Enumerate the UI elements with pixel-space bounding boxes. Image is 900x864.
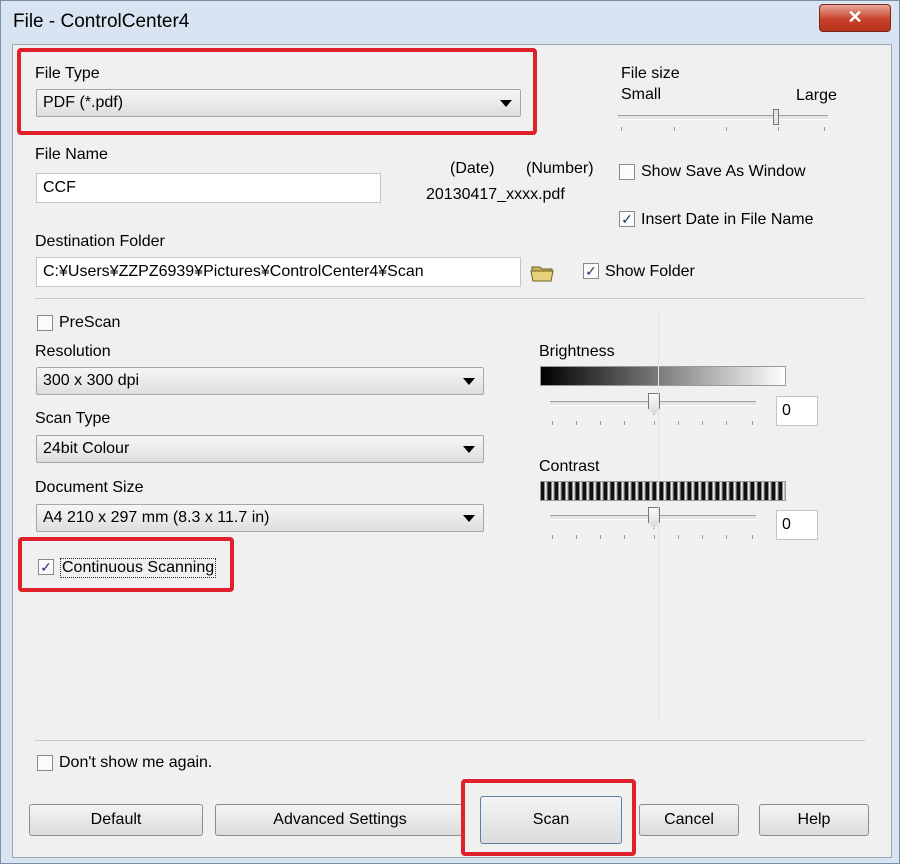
tick (674, 127, 675, 131)
prescan-label: PreScan (59, 314, 121, 331)
cancel-button[interactable]: Cancel (639, 804, 739, 836)
brightness-value-input[interactable]: 0 (776, 396, 818, 426)
contrast-value-input[interactable]: 0 (776, 510, 818, 540)
brightness-slider[interactable] (550, 391, 760, 427)
destination-label: Destination Folder (35, 233, 165, 250)
tick (752, 535, 753, 539)
dialog-client-area: File Type PDF (*.pdf) File size Small La… (12, 44, 892, 858)
scan-type-label: Scan Type (35, 410, 111, 427)
tick (576, 535, 577, 539)
file-name-value: CCF (43, 179, 76, 196)
insert-date-checkbox[interactable]: ✓ (619, 211, 635, 227)
scan-type-dropdown[interactable]: 24bit Colour (36, 435, 484, 463)
continuous-scanning-label: Continuous Scanning (60, 558, 217, 578)
folder-icon[interactable] (530, 263, 556, 283)
file-name-label: File Name (35, 146, 108, 163)
tick (654, 421, 655, 425)
tick (778, 127, 779, 131)
file-size-label: File size (621, 65, 680, 82)
tick (621, 127, 622, 131)
tick (824, 127, 825, 131)
chevron-down-icon (463, 378, 475, 385)
file-name-input[interactable]: CCF (36, 173, 381, 203)
divider (35, 298, 865, 299)
document-size-label: Document Size (35, 479, 144, 496)
resolution-dropdown[interactable]: 300 x 300 dpi (36, 367, 484, 395)
chevron-down-icon (463, 515, 475, 522)
show-save-as-label: Show Save As Window (641, 163, 806, 180)
title-bar[interactable]: File - ControlCenter4 ✕ (1, 1, 899, 45)
file-type-dropdown[interactable]: PDF (*.pdf) (36, 89, 521, 117)
show-folder-label: Show Folder (605, 263, 695, 280)
tick (726, 127, 727, 131)
resolution-value: 300 x 300 dpi (43, 372, 140, 389)
contrast-pattern (540, 481, 786, 501)
number-label: (Number) (526, 160, 594, 177)
dialog-window: File - ControlCenter4 ✕ File Type PDF (*… (0, 0, 900, 864)
tick (678, 421, 679, 425)
brightness-gradient (540, 366, 786, 386)
file-type-value: PDF (*.pdf) (43, 94, 124, 111)
tick (702, 535, 703, 539)
advanced-settings-button[interactable]: Advanced Settings (215, 804, 465, 836)
insert-date-label: Insert Date in File Name (641, 211, 814, 228)
file-size-slider[interactable] (618, 105, 832, 135)
file-size-small-label: Small (621, 86, 662, 103)
file-size-thumb[interactable] (773, 109, 779, 125)
file-size-large-label: Large (796, 87, 837, 104)
tick (552, 535, 553, 539)
destination-input[interactable]: C:¥Users¥ZZPZ6939¥Pictures¥ControlCenter… (36, 257, 521, 287)
tick (678, 535, 679, 539)
brightness-label: Brightness (539, 343, 615, 360)
tick (624, 421, 625, 425)
divider (35, 740, 865, 741)
scan-button[interactable]: Scan (480, 796, 622, 844)
vertical-divider (658, 310, 659, 723)
default-button[interactable]: Default (29, 804, 203, 836)
tick (702, 421, 703, 425)
tick (654, 535, 655, 539)
show-save-as-checkbox[interactable] (619, 164, 635, 180)
tick (726, 535, 727, 539)
scan-type-value: 24bit Colour (43, 440, 130, 457)
destination-value: C:¥Users¥ZZPZ6939¥Pictures¥ControlCenter… (43, 263, 424, 280)
document-size-value: A4 210 x 297 mm (8.3 x 11.7 in) (43, 509, 270, 526)
dont-show-again-label: Don't show me again. (59, 754, 213, 771)
resolution-label: Resolution (35, 343, 111, 360)
show-folder-checkbox[interactable]: ✓ (583, 263, 599, 279)
tick (552, 421, 553, 425)
tick (600, 535, 601, 539)
tick (752, 421, 753, 425)
tick (726, 421, 727, 425)
tick (600, 421, 601, 425)
window-title: File - ControlCenter4 (13, 11, 190, 32)
contrast-slider[interactable] (550, 505, 760, 541)
prescan-checkbox[interactable] (37, 315, 53, 331)
file-name-preview: 20130417_xxxx.pdf (426, 186, 565, 203)
file-type-label: File Type (35, 65, 100, 82)
contrast-label: Contrast (539, 458, 600, 475)
document-size-dropdown[interactable]: A4 210 x 297 mm (8.3 x 11.7 in) (36, 504, 484, 532)
file-size-track (618, 115, 828, 120)
tick (624, 535, 625, 539)
dont-show-again-checkbox[interactable] (37, 755, 53, 771)
continuous-scanning-checkbox[interactable]: ✓ (38, 559, 54, 575)
date-label: (Date) (450, 160, 495, 177)
chevron-down-icon (463, 446, 475, 453)
help-button[interactable]: Help (759, 804, 869, 836)
close-button[interactable]: ✕ (819, 4, 891, 32)
tick (576, 421, 577, 425)
chevron-down-icon (500, 100, 512, 107)
